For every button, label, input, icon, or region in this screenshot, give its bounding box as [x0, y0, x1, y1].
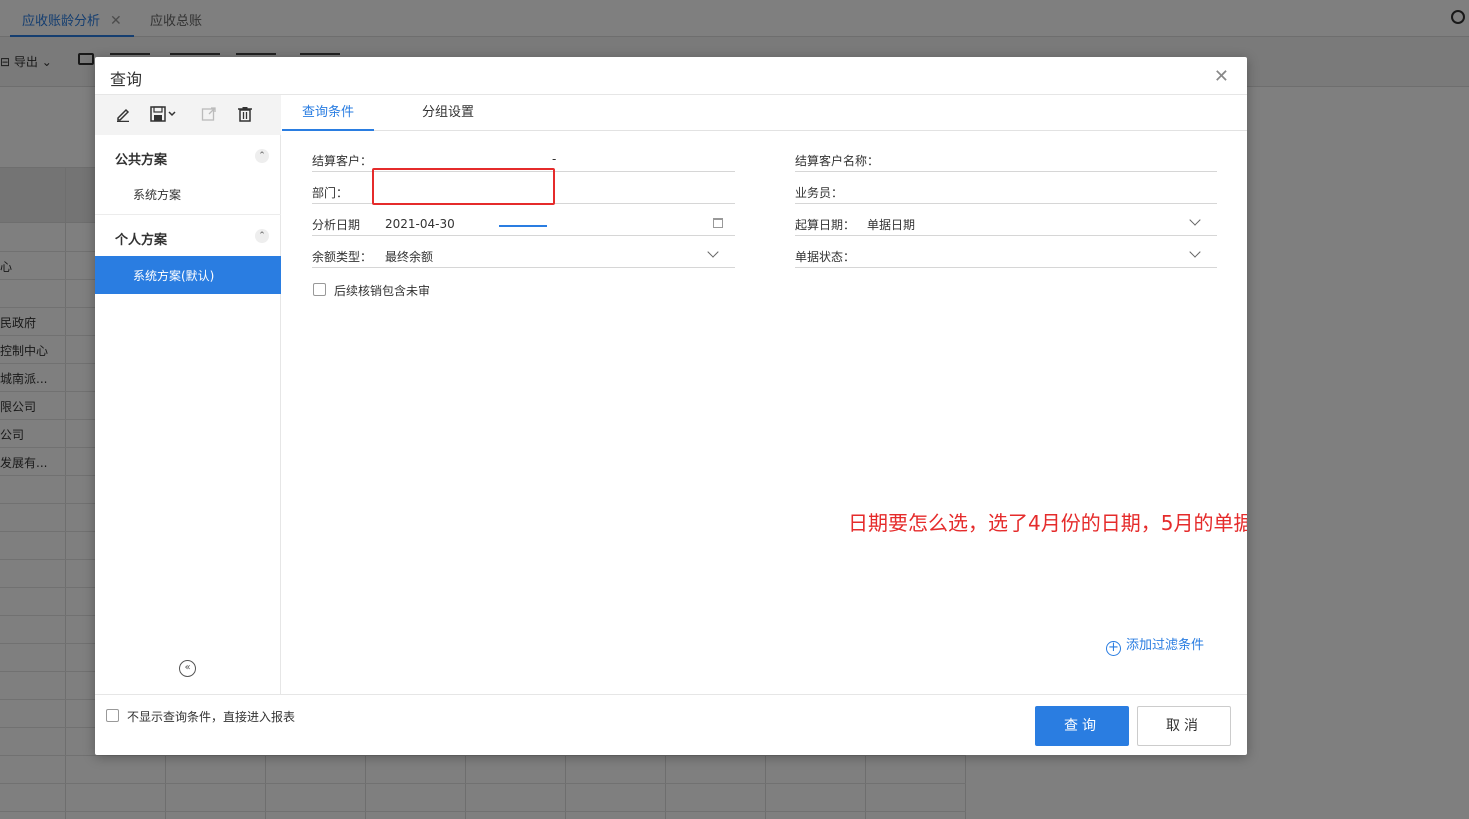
close-icon[interactable]: ✕: [1214, 66, 1229, 87]
chevron-down-icon[interactable]: [1189, 246, 1201, 258]
section-label: 公共方案: [115, 153, 168, 168]
dialog-footer: 不显示查询条件，直接进入报表 查询 取消: [95, 694, 1247, 755]
analysis-date-field[interactable]: 分析日期 2021-04-30: [312, 208, 735, 236]
salesperson-field[interactable]: 业务员：: [795, 176, 1217, 204]
edit-icon[interactable]: [113, 104, 133, 124]
tab-query-conditions[interactable]: 查询条件: [282, 95, 375, 131]
collapse-left-icon[interactable]: «: [179, 660, 196, 677]
dialog-title: 查询: [110, 70, 143, 89]
start-date-field[interactable]: 起算日期： 单据日期: [795, 208, 1217, 236]
scheme-item-label: 系统方案: [133, 188, 182, 202]
add-filter-button[interactable]: + 添加过滤条件: [1106, 634, 1204, 656]
field-label: 业务员：: [795, 186, 844, 200]
field-value: 单据日期: [867, 218, 916, 232]
skip-conditions-checkbox[interactable]: [106, 709, 119, 722]
scheme-item-label: 系统方案(默认): [133, 269, 215, 283]
field-value: 最终余额: [385, 250, 434, 264]
query-content: 查询条件 分组设置 结算客户： - 结算客户名称： 部门： 业务员： 分析日期 …: [282, 95, 1247, 694]
share-icon[interactable]: [199, 104, 219, 124]
field-label: 分析日期: [312, 218, 361, 232]
scheme-panel: 公共方案 ⌃ 系统方案 个人方案 ⌃ 系统方案(默认) «: [95, 95, 281, 694]
user-annotation: 日期要怎么选，选了4月份的日期，5月的单据也有出来: [848, 511, 1247, 535]
save-icon[interactable]: [149, 104, 179, 124]
field-label: 起算日期：: [795, 218, 856, 232]
section-label: 个人方案: [115, 233, 168, 248]
public-scheme-section[interactable]: 公共方案 ⌃: [95, 137, 281, 177]
add-filter-label: 添加过滤条件: [1126, 638, 1205, 653]
include-unaudited-checkbox[interactable]: [313, 283, 326, 296]
field-label: 结算客户名称：: [795, 154, 880, 168]
settle-customer-name-field[interactable]: 结算客户名称：: [795, 144, 1217, 172]
chevron-down-icon[interactable]: [707, 246, 719, 258]
dialog-header: 查询 ✕: [95, 57, 1247, 95]
field-label: 单据状态：: [795, 250, 856, 264]
chevron-down-icon[interactable]: [1189, 214, 1201, 226]
analysis-date-input[interactable]: 2021-04-30: [385, 217, 455, 231]
chevron-up-icon[interactable]: ⌃: [255, 149, 269, 163]
skip-conditions-label: 不显示查询条件，直接进入报表: [127, 710, 296, 724]
field-value: -: [552, 152, 557, 166]
personal-scheme-section[interactable]: 个人方案 ⌃: [95, 217, 281, 257]
query-dialog: 查询 ✕ 公共方案 ⌃ 系统方案 个人方案 ⌃ 系统方案(默认) « 查询条件 …: [95, 57, 1247, 755]
section-divider: [95, 214, 281, 215]
field-label: 余额类型：: [312, 250, 373, 264]
chevron-up-icon[interactable]: ⌃: [255, 229, 269, 243]
calendar-icon[interactable]: [713, 218, 723, 228]
query-tabs: 查询条件 分组设置: [282, 95, 1247, 131]
scheme-toolbar: [95, 95, 281, 135]
balance-type-field[interactable]: 余额类型： 最终余额: [312, 240, 735, 268]
include-unaudited-label: 后续核销包含未审: [334, 284, 431, 298]
tab-group-settings[interactable]: 分组设置: [402, 95, 494, 131]
query-button[interactable]: 查询: [1035, 706, 1129, 746]
doc-status-field[interactable]: 单据状态：: [795, 240, 1217, 268]
scheme-item-selected[interactable]: 系统方案(默认): [95, 256, 281, 294]
focus-underline: [499, 225, 547, 227]
field-label: 结算客户：: [312, 154, 373, 168]
plus-circle-icon: +: [1106, 641, 1121, 656]
trash-icon[interactable]: [235, 104, 255, 124]
scheme-item[interactable]: 系统方案: [95, 175, 281, 213]
annotation-highlight-box: [372, 168, 555, 205]
field-label: 部门：: [312, 186, 349, 200]
cancel-button[interactable]: 取消: [1137, 706, 1231, 746]
